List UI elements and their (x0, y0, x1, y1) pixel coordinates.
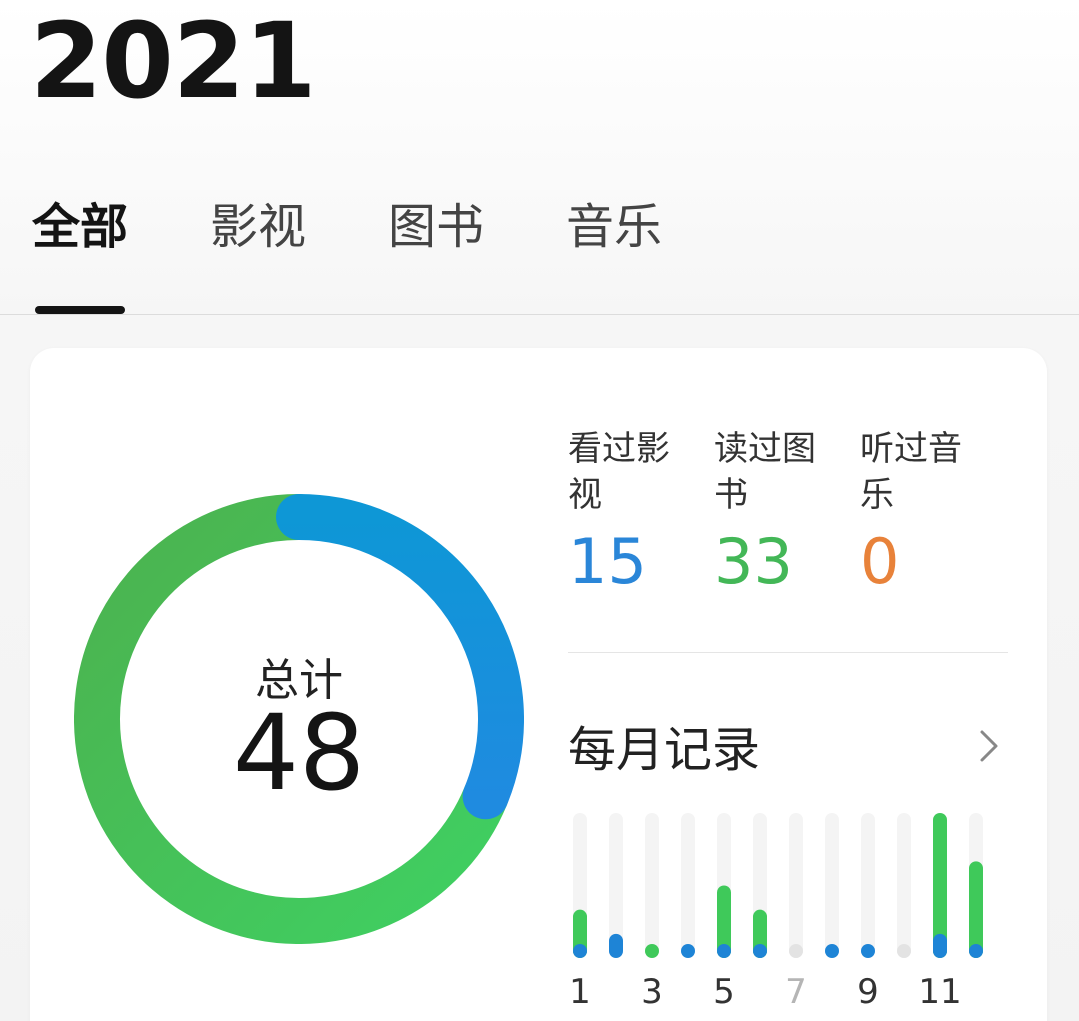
tab-movies[interactable]: 影视 (210, 192, 306, 262)
stat-music-value: 0 (860, 525, 900, 598)
bar-track (645, 813, 659, 958)
total-donut-chart: 总计 48 (74, 494, 524, 944)
tabs-divider (0, 314, 1079, 315)
x-tick-label: 9 (857, 972, 879, 1012)
bar-movies (717, 944, 731, 958)
bar-books (969, 861, 983, 958)
bar-track (825, 813, 839, 958)
year-title: 2021 (30, 0, 316, 122)
category-tabs: 全部 影视 图书 音乐 (0, 192, 1079, 262)
x-tick-label: 11 (918, 972, 961, 1012)
stat-movies[interactable]: 看过影视 15 (568, 426, 698, 602)
x-tick-label: 7 (785, 972, 807, 1012)
chevron-right-icon[interactable] (970, 726, 1010, 766)
active-tab-indicator (35, 306, 125, 314)
bar-empty (789, 944, 803, 958)
bar-books (645, 944, 659, 958)
bar-movies (609, 933, 623, 958)
bar-movies (933, 933, 947, 958)
stat-books-value: 33 (714, 525, 793, 598)
stat-movies-value: 15 (568, 525, 647, 598)
stat-music-label: 听过音乐 (860, 429, 962, 515)
bar-movies (753, 944, 767, 958)
x-tick-label: 5 (713, 972, 735, 1012)
bar-movies (573, 944, 587, 958)
monthly-bar-chart: 1 3 5 7 9 11 (569, 813, 983, 1012)
bar-track (789, 813, 803, 958)
donut-center: 总计 48 (74, 494, 524, 944)
bar-track (861, 813, 875, 958)
tab-music[interactable]: 音乐 (566, 192, 662, 262)
stat-books[interactable]: 读过图书 33 (714, 426, 844, 602)
tab-all[interactable]: 全部 (32, 192, 128, 262)
x-tick-label: 3 (641, 972, 663, 1012)
stats-divider (568, 652, 1008, 653)
bar-track (897, 813, 911, 958)
bar-movies (861, 944, 875, 958)
stat-movies-label: 看过影视 (568, 429, 670, 515)
stat-music[interactable]: 听过音乐 0 (860, 426, 990, 602)
bar-track (681, 813, 695, 958)
summary-card: 总计 48 看过影视 15 读过图书 33 听过音乐 0 每月记录 135791… (30, 348, 1047, 1021)
bar-movies (825, 944, 839, 958)
total-value: 48 (232, 692, 366, 814)
stat-books-label: 读过图书 (714, 429, 816, 515)
bar-movies (681, 944, 695, 958)
monthly-record-title[interactable]: 每月记录 (568, 720, 760, 780)
tab-books[interactable]: 图书 (388, 192, 484, 262)
annual-record-page: 2021 全部 影视 图书 音乐 总计 48 看过影视 15 读过图书 33 听… (0, 0, 1079, 1021)
bar-movies (969, 944, 983, 958)
bar-empty (897, 944, 911, 958)
x-tick-label: 1 (569, 972, 591, 1012)
